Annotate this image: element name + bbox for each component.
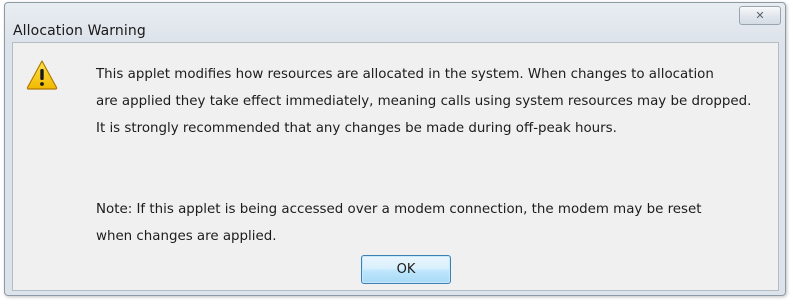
close-icon: ✕ <box>755 9 765 22</box>
ok-button[interactable]: OK <box>361 255 451 284</box>
message-line: This applet modifies how resources are a… <box>96 67 714 82</box>
note-line: Note: If this applet is being accessed o… <box>96 202 702 217</box>
warning-icon <box>26 60 58 90</box>
allocation-warning-dialog: Allocation Warning ✕ This applet modifie… <box>4 2 786 296</box>
warning-message: This applet modifies how resources are a… <box>96 61 751 142</box>
dialog-content: This applet modifies how resources are a… <box>12 42 779 291</box>
message-line: are applied they take effect immediately… <box>96 94 752 109</box>
note-message: Note: If this applet is being accessed o… <box>96 196 702 250</box>
close-button[interactable]: ✕ <box>739 6 781 25</box>
note-line: when changes are applied. <box>96 229 277 244</box>
title-bar[interactable]: Allocation Warning ✕ <box>5 3 785 43</box>
message-line: It is strongly recommended that any chan… <box>96 121 617 136</box>
dialog-title: Allocation Warning <box>13 23 146 39</box>
